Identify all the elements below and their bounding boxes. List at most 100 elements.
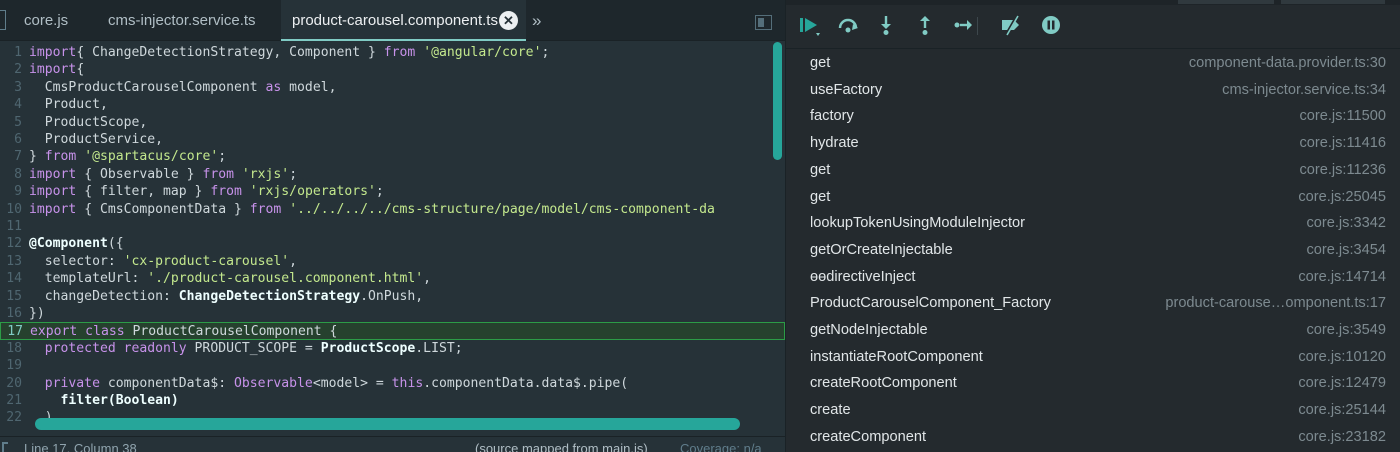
- line-number[interactable]: 19: [0, 357, 22, 374]
- code-line[interactable]: 6 ProductService,: [0, 131, 785, 148]
- line-number[interactable]: 18: [0, 340, 22, 357]
- line-number[interactable]: 11: [0, 218, 22, 235]
- code-line[interactable]: 2 import{: [0, 61, 785, 78]
- call-stack-frame[interactable]: hydrate core.js:11416: [786, 130, 1400, 157]
- line-number[interactable]: 5: [0, 114, 22, 131]
- code-line[interactable]: 13 selector: 'cx-product-carousel',: [0, 253, 785, 270]
- frame-location-link[interactable]: core.js:11500: [1299, 103, 1386, 130]
- close-tab-icon[interactable]: ✕: [499, 11, 518, 30]
- line-number[interactable]: 20: [0, 375, 22, 392]
- line-number[interactable]: 8: [0, 166, 22, 183]
- vertical-scrollbar[interactable]: [773, 42, 782, 160]
- horizontal-scrollbar[interactable]: [35, 418, 740, 430]
- line-number[interactable]: 21: [0, 392, 22, 409]
- deactivate-breakpoints-icon[interactable]: [997, 11, 1025, 39]
- line-number[interactable]: 16: [0, 305, 22, 322]
- code-line[interactable]: 20 private componentData$: Observable<mo…: [0, 375, 785, 392]
- code-line[interactable]: 1 import{ ChangeDetectionStrategy, Compon…: [0, 44, 785, 61]
- line-number[interactable]: 13: [0, 253, 22, 270]
- call-stack-frame[interactable]: lookupTokenUsingModuleInjector core.js:33…: [786, 210, 1400, 237]
- call-stack-frame[interactable]: get component-data.provider.ts:30: [786, 50, 1400, 77]
- frame-location-link[interactable]: cms-injector.service.ts:34: [1222, 77, 1386, 104]
- tab-product-carousel-component[interactable]: product-carousel.component.ts ✕: [281, 0, 526, 41]
- code-token: 'cx-product-carousel': [123, 253, 290, 269]
- pause-on-exceptions-icon[interactable]: [1037, 11, 1065, 39]
- frame-location-link[interactable]: core.js:12479: [1298, 370, 1386, 397]
- tab-core-js[interactable]: core.js: [24, 0, 68, 41]
- more-tabs-icon[interactable]: »: [532, 0, 541, 41]
- call-stack-frame[interactable]: getOrCreateInjectable core.js:3454: [786, 237, 1400, 264]
- line-number[interactable]: 1: [0, 44, 22, 61]
- line-number[interactable]: 12: [0, 235, 22, 252]
- code-line[interactable]: 11: [0, 218, 785, 235]
- line-number[interactable]: 9: [0, 183, 22, 200]
- code-token: @Component: [29, 236, 108, 252]
- code-line[interactable]: 3 CmsProductCarouselComponent as model,: [0, 79, 785, 96]
- line-number[interactable]: 10: [0, 201, 22, 218]
- code-line[interactable]: 18 protected readonly PRODUCT_SCOPE = Pr…: [0, 340, 785, 357]
- code-line-paused[interactable]: 17 export class ProductCarouselComponent …: [0, 322, 785, 340]
- source-map-info[interactable]: (source mapped from main.js): [475, 441, 648, 452]
- code-line[interactable]: 15 changeDetection: ChangeDetectionStrat…: [0, 288, 785, 305]
- call-stack-frame[interactable]: instantiateRootComponent core.js:10120: [786, 344, 1400, 371]
- code-line[interactable]: 10 import { CmsComponentData } from '../.…: [0, 201, 785, 218]
- call-stack-frame[interactable]: useFactory cms-injector.service.ts:34: [786, 77, 1400, 104]
- line-number[interactable]: 22: [0, 409, 22, 426]
- call-stack-frame[interactable]: ɵɵdirectiveInject core.js:14714: [786, 264, 1400, 291]
- code-line[interactable]: 8 import { Observable } from 'rxjs';: [0, 166, 785, 183]
- code-line[interactable]: 16}): [0, 305, 785, 322]
- call-stack-frame[interactable]: getNodeInjectable core.js:3549: [786, 317, 1400, 344]
- tab-cms-injector-service[interactable]: cms-injector.service.ts: [108, 0, 256, 41]
- resume-icon[interactable]: [796, 11, 824, 39]
- code-line[interactable]: 7} from '@spartacus/core';: [0, 148, 785, 165]
- frame-location-link[interactable]: core.js:14714: [1298, 264, 1386, 291]
- frame-location-link[interactable]: core.js:11416: [1299, 130, 1386, 157]
- code-line[interactable]: 12 @Component({: [0, 235, 785, 252]
- navigator-toggle-icon[interactable]: [0, 10, 6, 30]
- line-number[interactable]: 15: [0, 288, 22, 305]
- step-over-icon[interactable]: [834, 11, 862, 39]
- line-number[interactable]: 2: [0, 61, 22, 78]
- code-line[interactable]: 21 filter(Boolean): [0, 392, 785, 409]
- call-stack-frame[interactable]: factory core.js:11500: [786, 103, 1400, 130]
- code-line[interactable]: 5 ProductScope,: [0, 114, 785, 131]
- frame-location-link[interactable]: core.js:25045: [1298, 184, 1386, 211]
- format-icon[interactable]: [2, 442, 8, 452]
- frame-function-name: getNodeInjectable: [810, 322, 928, 338]
- call-stack-frame[interactable]: createComponent core.js:23182: [786, 424, 1400, 451]
- frame-location-link[interactable]: core.js:11236: [1299, 157, 1386, 184]
- step-out-icon[interactable]: [911, 11, 939, 39]
- line-number[interactable]: 3: [0, 79, 22, 96]
- code-area[interactable]: 1 import{ ChangeDetectionStrategy, Compon…: [0, 44, 785, 429]
- frame-location-link[interactable]: core.js:10120: [1298, 344, 1386, 371]
- frame-location-link[interactable]: core.js:3549: [1306, 317, 1386, 344]
- line-number[interactable]: 17: [1, 323, 23, 340]
- frame-location-link[interactable]: core.js:23182: [1298, 424, 1386, 451]
- line-number[interactable]: 7: [0, 148, 22, 165]
- call-stack-frame[interactable]: createRootComponent core.js:12479: [786, 370, 1400, 397]
- frame-location-link[interactable]: core.js:3454: [1306, 237, 1386, 264]
- step-icon[interactable]: [949, 11, 977, 39]
- line-number[interactable]: 14: [0, 270, 22, 287]
- code-line[interactable]: 4 Product,: [0, 96, 785, 113]
- call-stack-frame[interactable]: get core.js:11236: [786, 157, 1400, 184]
- line-text: }): [29, 305, 45, 322]
- code-line[interactable]: 19: [0, 357, 785, 374]
- code-line[interactable]: 9 import { filter, map } from 'rxjs/opera…: [0, 183, 785, 200]
- call-stack-frame[interactable]: get core.js:25045: [786, 184, 1400, 211]
- step-into-icon[interactable]: [872, 11, 900, 39]
- line-number[interactable]: 6: [0, 131, 22, 148]
- frame-location-link[interactable]: core.js:3342: [1306, 210, 1386, 237]
- frame-location-link[interactable]: product-carouse…omponent.ts:17: [1165, 290, 1386, 317]
- code-line[interactable]: 14 templateUrl: './product-carousel.comp…: [0, 270, 785, 287]
- frame-location-link[interactable]: component-data.provider.ts:30: [1189, 50, 1386, 77]
- line-text: export class ProductCarouselComponent {: [30, 323, 337, 340]
- line-number[interactable]: 4: [0, 96, 22, 113]
- line-text: changeDetection: ChangeDetectionStrategy…: [29, 288, 423, 305]
- frame-function-name: get: [810, 161, 831, 178]
- frame-location-link[interactable]: core.js:25144: [1298, 397, 1386, 424]
- call-stack-frame[interactable]: ProductCarouselComponent_Factory product-…: [786, 290, 1400, 317]
- call-stack-frame[interactable]: create core.js:25144: [786, 397, 1400, 424]
- toggle-debugger-panel-icon[interactable]: [755, 15, 772, 30]
